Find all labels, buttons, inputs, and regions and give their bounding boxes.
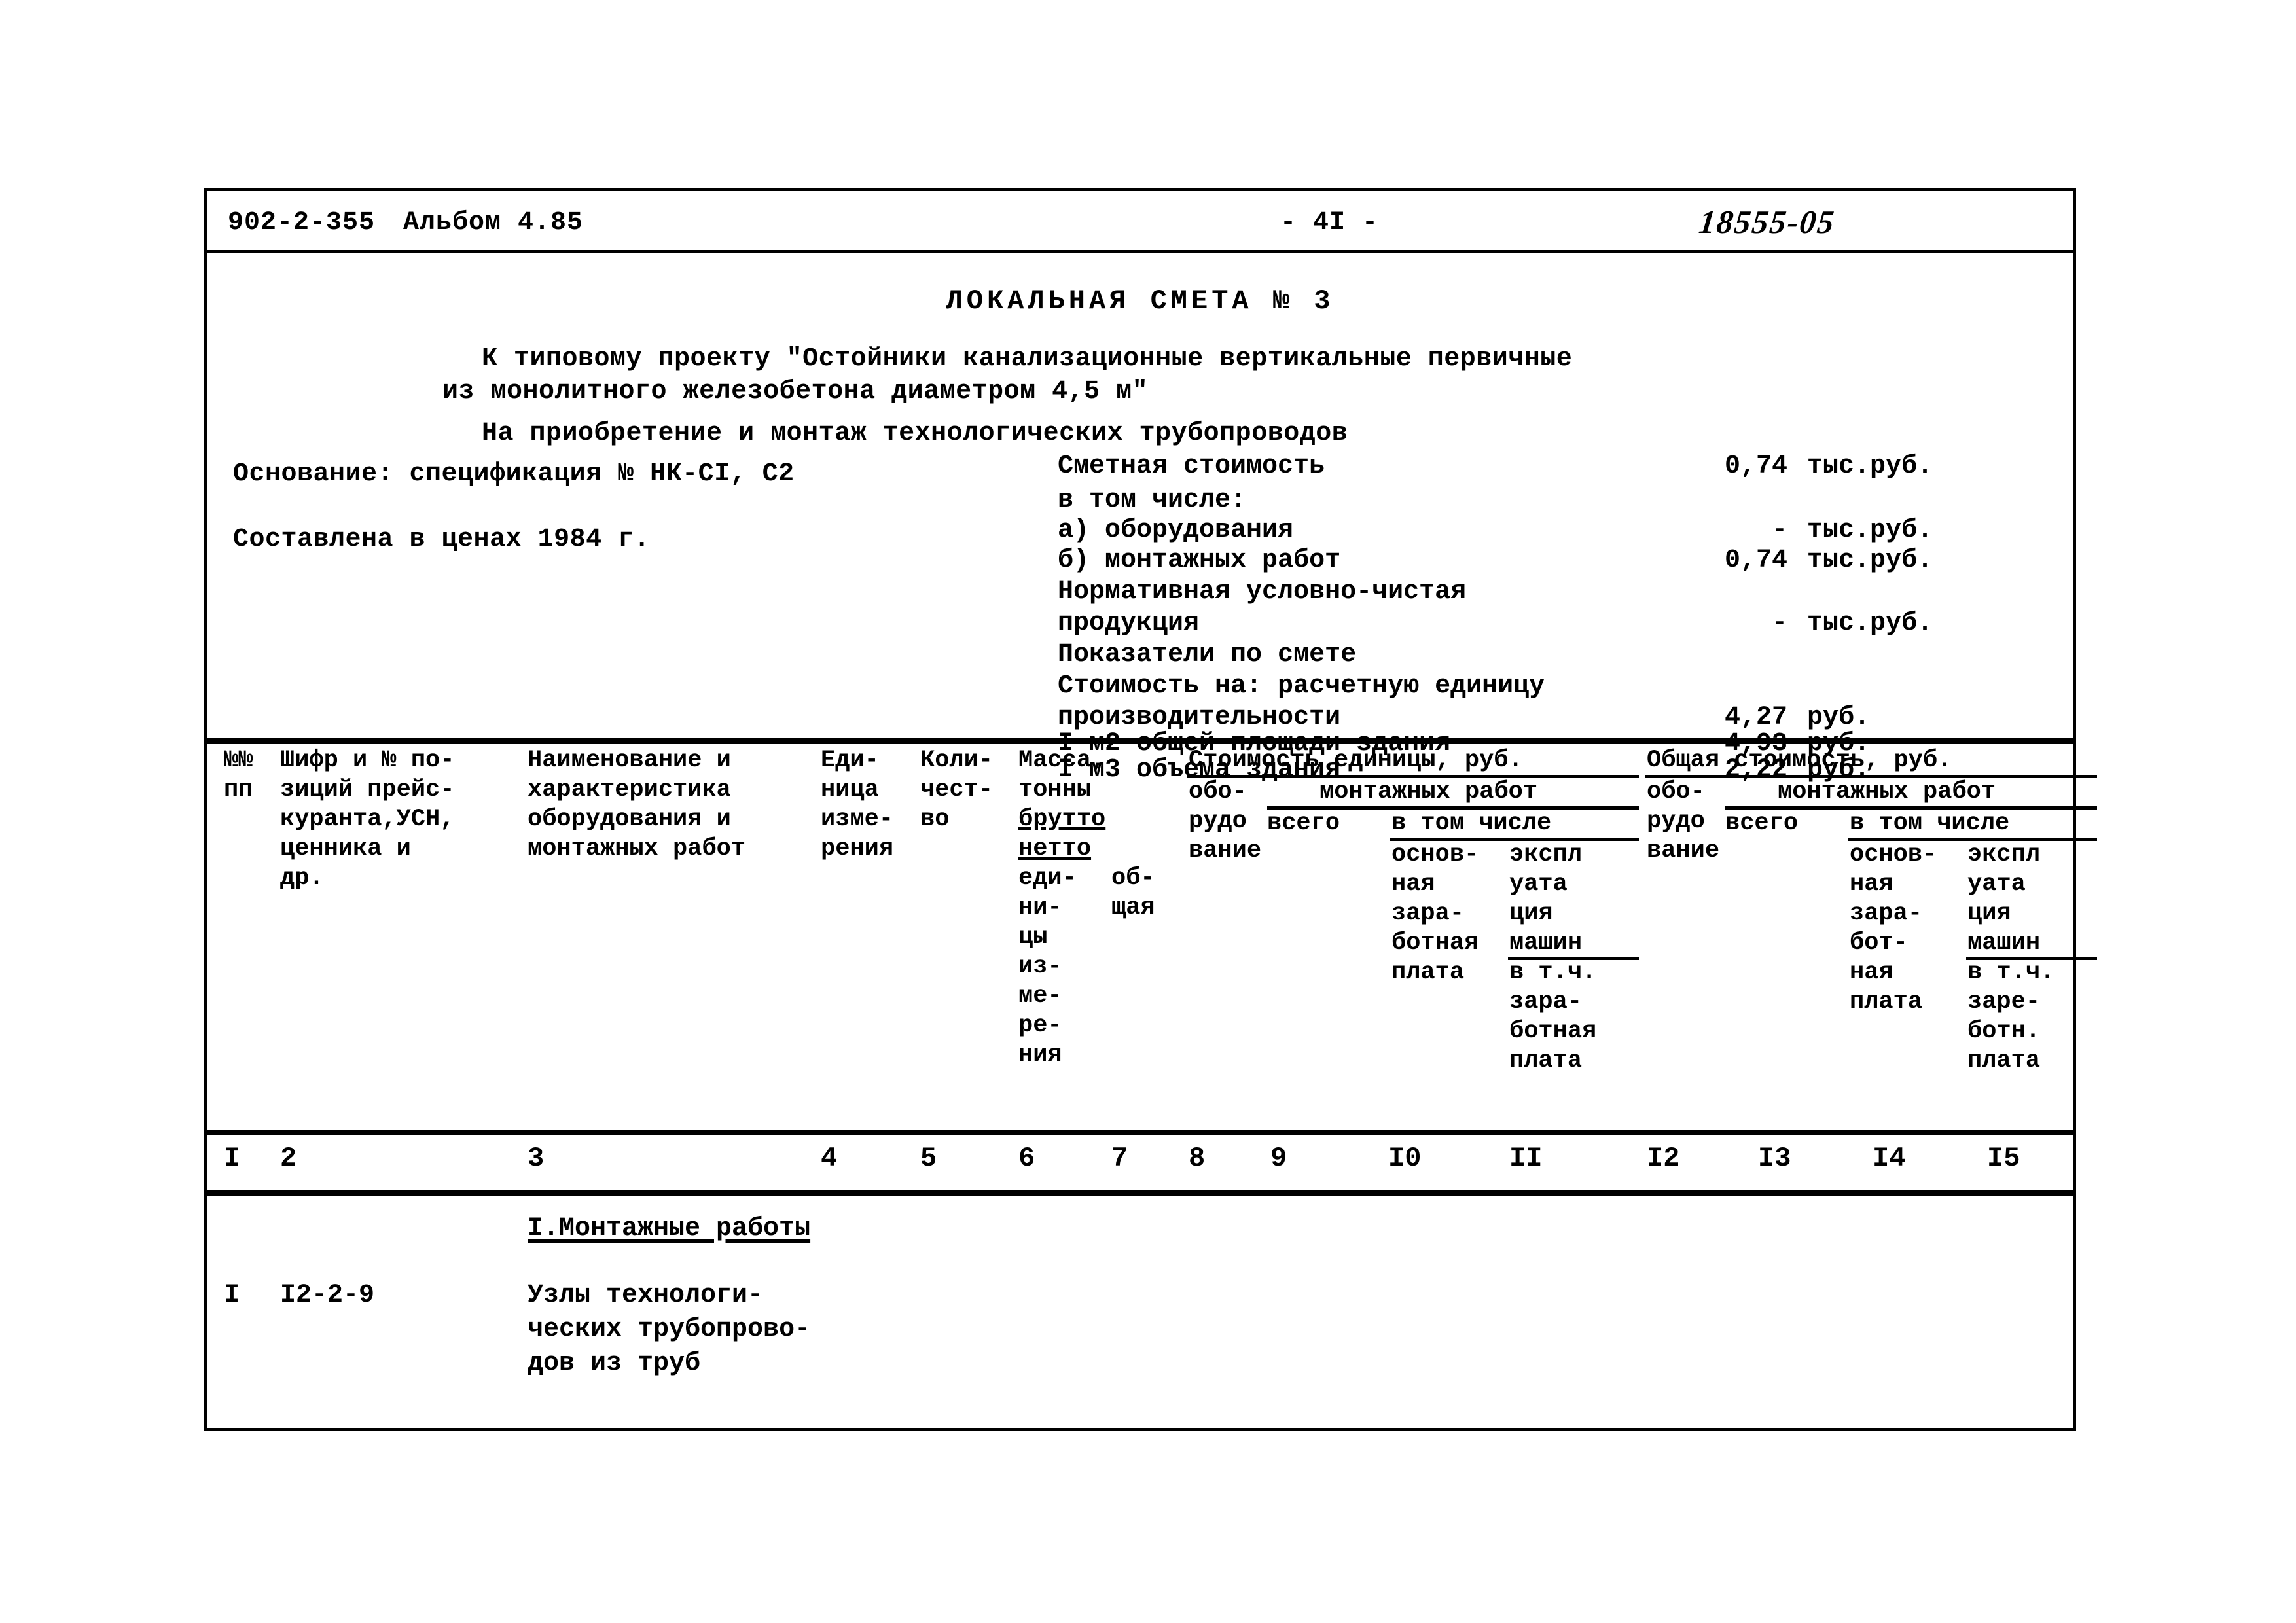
column-number-row: I 2 3 4 5 6 7 8 9 I0 II I2 I3 I4 I5 [207, 1132, 2073, 1192]
col-num-6: 6 [1018, 1143, 1035, 1174]
table-row-name: Узлы технологи- ческих трубопрово- дов и… [528, 1281, 811, 1378]
cost-label-5: продукция [1058, 609, 1200, 638]
col-num-14: I4 [1873, 1143, 1906, 1174]
col-header-6-netto: нетто [1018, 835, 1092, 863]
project-code: 902-2-355 [228, 208, 376, 238]
cost-value-0: 0,74 [1724, 452, 1787, 481]
col-header-6-unit: еди- ни- цы из- ме- ре- ния [1018, 865, 1077, 1069]
album-label: Альбом 4.85 [403, 208, 584, 238]
col-num-9: 9 [1270, 1143, 1287, 1174]
cost-unit-2: тыс.руб. [1807, 516, 1933, 545]
col-num-12: I2 [1647, 1143, 1680, 1174]
cost-unit-8: руб. [1807, 703, 1871, 732]
incl-label-2: в том числе [1850, 810, 2010, 837]
install-group-label-1: монтажных работ [1319, 778, 1538, 806]
col-num-2: 2 [280, 1143, 297, 1174]
col-header-11-a: экспл уата ция машин [1509, 841, 1583, 957]
col-header-15-b: в т.ч. заре- ботн. плата [1967, 959, 2055, 1075]
idbar-divider [207, 250, 2073, 253]
col-num-8: 8 [1189, 1143, 1206, 1174]
col-header-13: всего [1725, 810, 1799, 837]
cost-value-8: 4,27 [1724, 703, 1787, 732]
col-num-11: II [1509, 1143, 1543, 1174]
col-num-7: 7 [1111, 1143, 1128, 1174]
numrow-bottom-rule [207, 1190, 2073, 1196]
col-header-11-b: в т.ч. зара- ботная плата [1509, 959, 1597, 1075]
table-column-headers: №№ пп Шифр и № по- зиций прейс- куранта,… [207, 741, 2097, 1126]
cost-label-8: производительности [1058, 703, 1341, 732]
handwritten-number: 18555-05 [1697, 204, 1837, 240]
col-header-9: всего [1267, 810, 1340, 837]
col-header-3: Наименование и характеристика оборудован… [528, 747, 746, 863]
table-row-no: I [224, 1281, 240, 1310]
cost-label-2: а) оборудования [1058, 516, 1294, 545]
col-header-14: основ- ная зара- бот- ная плата [1850, 841, 1937, 1016]
cost-value-3: 0,74 [1724, 546, 1787, 575]
page-id-bar: 902-2-355 Альбом 4.85 - 4I - 18555-05 [207, 191, 2073, 253]
col-header-2: Шифр и № по- зиций прейс- куранта,УСН, ц… [280, 747, 455, 892]
col-header-15-a: экспл уата ция машин [1967, 841, 2041, 957]
purpose-line: На приобретение и монтаж технологических… [482, 419, 1348, 448]
col-header-8: обо- рудо вание [1189, 778, 1262, 865]
col-header-12: обо- рудо вание [1647, 778, 1720, 865]
cost-value-2: - [1771, 516, 1787, 545]
project-title-line-2: из монолитного железобетона диаметром 4,… [442, 377, 1149, 406]
total-cost-group-label: Общая стоимость, руб. [1647, 747, 1952, 774]
cost-unit-0: тыс.руб. [1807, 452, 1933, 481]
col-num-3: 3 [528, 1143, 545, 1174]
document-page: 902-2-355 Альбом 4.85 - 4I - 18555-05 ЛО… [0, 0, 2296, 1623]
cost-label-6: Показатели по смете [1058, 640, 1357, 669]
page-title: ЛОКАЛЬНАЯ СМЕТА № 3 [946, 285, 1335, 317]
col-header-7: об- щая [1111, 865, 1155, 921]
col-num-1: I [224, 1143, 241, 1174]
smeta-frame: 902-2-355 Альбом 4.85 - 4I - 18555-05 ЛО… [204, 188, 2097, 1431]
unit-cost-group-label: Стоимость единицы, руб. [1189, 747, 1523, 774]
col-header-1: №№ пп [224, 747, 253, 804]
incl-label-1: в том числе [1391, 810, 1552, 837]
summary-block: ЛОКАЛЬНАЯ СМЕТА № 3 К типовому проекту "… [207, 255, 2073, 785]
page-number: - 4I - [1280, 208, 1379, 238]
col-num-10: I0 [1388, 1143, 1422, 1174]
col-header-6-brutto: брутто [1018, 806, 1106, 833]
cost-label-1: в том числе: [1058, 486, 1247, 515]
cost-unit-5: тыс.руб. [1807, 609, 1933, 638]
col-num-5: 5 [920, 1143, 937, 1174]
prices-line: Составлена в ценах 1984 г. [233, 525, 651, 554]
col-header-5: Коли- чест- во [920, 747, 994, 833]
cost-label-0: Сметная стоимость [1058, 452, 1325, 481]
cost-label-3: б) монтажных работ [1058, 546, 1341, 575]
col-num-15: I5 [1987, 1143, 2020, 1174]
cost-value-5: - [1771, 609, 1787, 638]
col-header-6-title: Масса, тонны [1018, 747, 1106, 804]
table-row-code: I2-2-9 [280, 1281, 375, 1310]
cost-label-7: Стоимость на: расчетную единицу [1058, 671, 1545, 701]
cost-unit-3: тыс.руб. [1807, 546, 1933, 575]
cost-label-4: Нормативная условно-чистая [1058, 577, 1467, 607]
col-header-10: основ- ная зара- ботная плата [1391, 841, 1479, 986]
project-title-line-1: К типовому проекту "Остойники канализаци… [482, 344, 1573, 374]
col-header-4: Еди- ница изме- рения [821, 747, 894, 863]
section-title: I.Монтажные работы [528, 1214, 811, 1243]
install-group-label-2: монтажных работ [1778, 778, 1996, 806]
col-num-4: 4 [821, 1143, 838, 1174]
col-num-13: I3 [1758, 1143, 1791, 1174]
table-body: I.Монтажные работы I I2-2-9 Узлы техноло… [207, 1196, 2073, 1429]
basis-line: Основание: спецификация № НК-СI, С2 [233, 459, 795, 489]
